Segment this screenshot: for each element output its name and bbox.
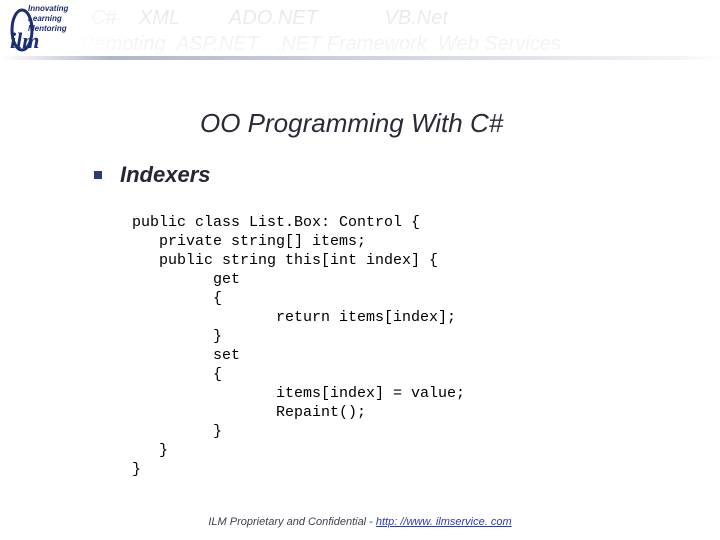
content-area: Indexers [94,162,654,188]
bullet-heading: Indexers [120,162,211,188]
banner-underline [0,56,720,60]
header-banner: C# XML ADO.NET VB.Net Remoting ASP.NET .… [0,0,720,62]
bullet-square-icon [94,171,102,179]
footer-link[interactable]: http: //www. ilmservice. com [376,516,512,528]
footer-text: ILM Proprietary and Confidential - [208,516,376,528]
logo-tagline: Innovating Learning Mentoring [28,4,68,34]
footer: ILM Proprietary and Confidential - http:… [0,516,720,528]
logo-tagline-l1: Innovating [28,4,68,14]
logo-tagline-l2: Learning [28,14,68,24]
bullet-row: Indexers [94,162,654,188]
banner-side-fade [0,0,720,62]
code-block: public class List.Box: Control { private… [132,213,465,479]
slide-title: OO Programming With C# [200,108,503,139]
logo-tagline-l3: Mentoring [28,24,68,34]
